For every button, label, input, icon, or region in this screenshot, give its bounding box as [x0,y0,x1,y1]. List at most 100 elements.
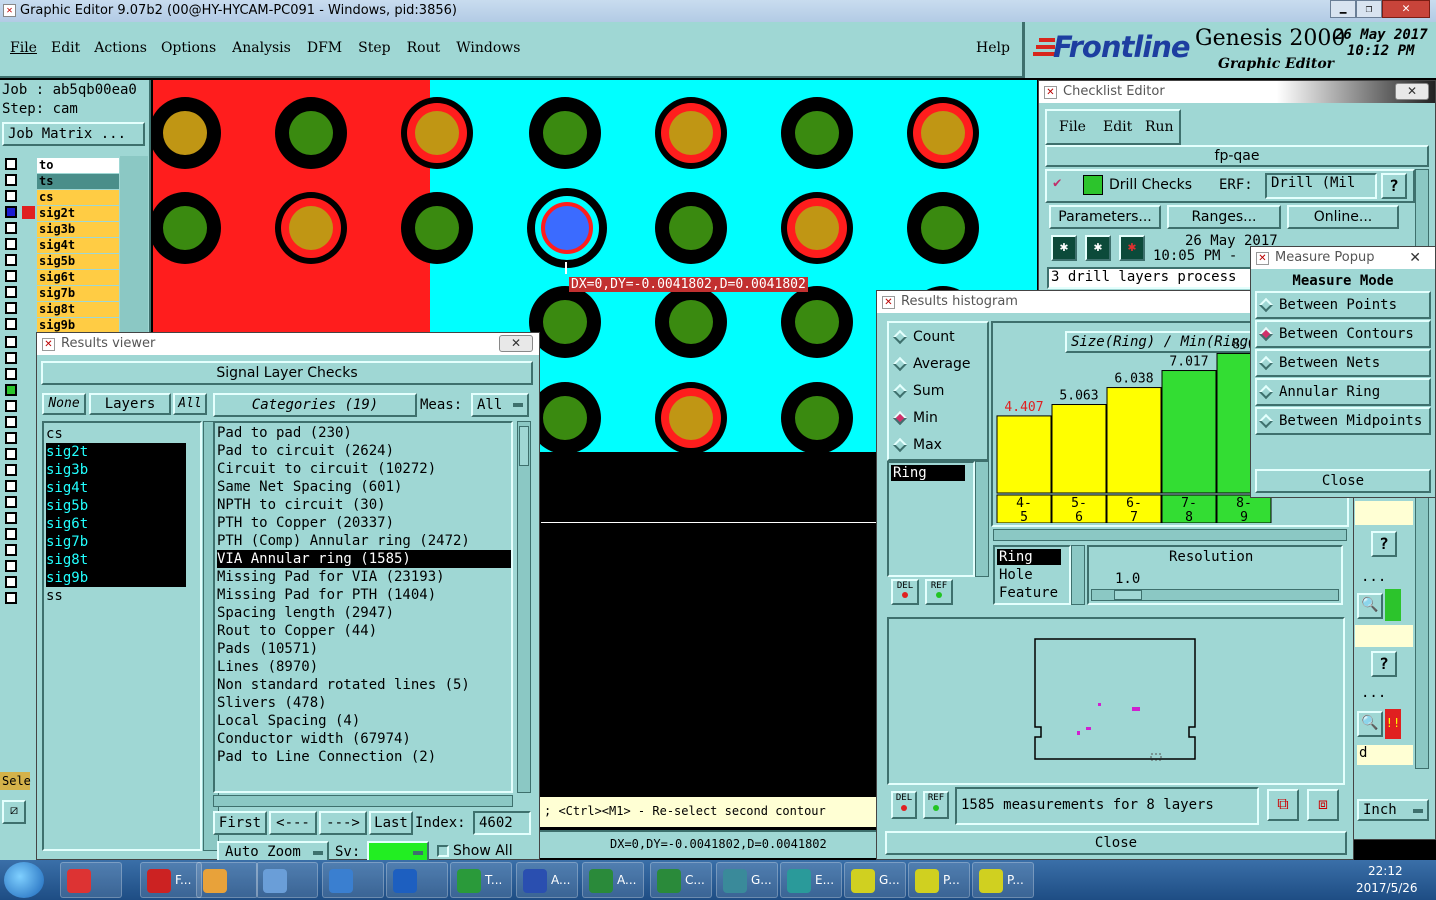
category-item[interactable]: Rout to Copper (44) [217,622,511,640]
category-item[interactable]: Same Net Spacing (601) [217,478,511,496]
histogram-bar[interactable] [1106,387,1162,494]
layer-checkbox[interactable] [5,222,17,234]
job-matrix-button[interactable]: Job Matrix ... [2,122,145,146]
menu-options[interactable]: Options [161,40,216,56]
category-item[interactable]: PTH to Copper (20337) [217,514,511,532]
layer-checkbox[interactable] [5,512,17,524]
del-button-2[interactable]: DEL [891,791,917,819]
run-icon-1[interactable]: ✱ [1051,235,1077,261]
measure-mode-option[interactable]: Between Nets [1255,349,1431,377]
histogram-hscrollbar[interactable] [993,529,1347,541]
layers-all-button[interactable]: All [173,393,207,415]
minimize-button[interactable]: ▁ [1330,0,1356,18]
layer-item[interactable]: sig5b [37,254,119,269]
first-button[interactable]: First [213,811,267,835]
result-layer-item[interactable]: sig4t [46,479,186,497]
checked-icon[interactable]: ✔ [1053,175,1061,191]
category-item[interactable]: Pad to pad (230) [217,424,511,442]
help-button-2[interactable]: ? [1371,531,1397,557]
last-button[interactable]: Last [369,811,413,835]
taskbar-button[interactable]: G... [716,862,778,898]
histogram-mode-option[interactable]: Max [892,437,987,464]
measure-mode-option[interactable]: Between Midpoints [1255,407,1431,435]
zoom-area-icon[interactable]: ⧈ [1307,789,1339,821]
layer-item[interactable]: sig4t [37,238,119,253]
layer-item[interactable]: to [37,158,119,173]
measure-mode-option[interactable]: Between Points [1255,291,1431,319]
histogram-mode-option[interactable]: Sum [892,383,987,410]
category-item[interactable]: Pad to Line Connection (2) [217,748,511,766]
units-select[interactable]: Inch [1357,799,1429,821]
layer-checkbox[interactable] [5,318,17,330]
layer-checkbox[interactable] [5,270,17,282]
menu-edit[interactable]: Edit [51,40,80,56]
checklist-menu-edit[interactable]: Edit [1103,119,1132,135]
del-button-1[interactable]: DEL [891,579,919,605]
category-item[interactable]: Conductor width (67974) [217,730,511,748]
category-item[interactable]: Lines (8970) [217,658,511,676]
taskbar-button[interactable]: E... [780,862,842,898]
result-layer-item[interactable]: sig5b [46,497,186,515]
checklist-close-button[interactable]: ✕ [1395,83,1429,100]
next-button[interactable]: ---> [319,811,367,835]
category-item[interactable]: Pads (10571) [217,640,511,658]
maximize-button[interactable]: ❐ [1356,0,1382,18]
taskbar-button[interactable] [196,862,258,898]
category-item[interactable]: VIA Annular ring (1585) [217,550,511,568]
taskbar-button[interactable] [322,862,384,898]
menu-help[interactable]: Help [976,40,1010,56]
online-button[interactable]: Online... [1287,205,1399,229]
checklist-menu-file[interactable]: File [1059,119,1086,135]
category-item[interactable]: Missing Pad for PTH (1404) [217,586,511,604]
layer-checkbox[interactable] [5,174,17,186]
layer-checkbox[interactable] [5,206,17,218]
layer-checkbox[interactable] [5,400,17,412]
result-layer-item[interactable]: ss [46,587,200,605]
layer-item[interactable]: sig8t [37,302,119,317]
attr-ring[interactable]: Ring [997,549,1061,565]
layer-checkbox[interactable] [5,254,17,266]
taskbar-button[interactable] [386,862,448,898]
zoom-fit-icon[interactable]: ⧉ [1267,789,1299,821]
taskbar-button[interactable] [256,862,318,898]
layer-checkbox[interactable] [5,336,17,348]
taskbar-button[interactable]: A... [516,862,578,898]
layer-checkbox[interactable] [5,480,17,492]
layer-checkbox[interactable] [5,286,17,298]
select-tool-icon[interactable]: ⧄ [2,800,26,824]
layer-item[interactable]: sig2t [37,206,119,221]
layer-checkbox[interactable] [5,544,17,556]
category-item[interactable]: Local Spacing (4) [217,712,511,730]
taskbar-button[interactable]: A... [582,862,644,898]
result-layer-item[interactable]: sig3b [46,461,186,479]
histogram-bar[interactable] [996,415,1052,494]
help-button-3[interactable]: ? [1371,651,1397,677]
layers-button[interactable]: Layers [89,393,171,415]
show-all-checkbox[interactable] [437,845,449,857]
layer-checkbox[interactable] [5,352,17,364]
category-item[interactable]: NPTH to circuit (30) [217,496,511,514]
layer-checkbox[interactable] [5,238,17,250]
parameters-button[interactable]: Parameters... [1049,205,1161,229]
taskbar-button[interactable]: P... [972,862,1034,898]
close-window-button[interactable]: ✕ [1382,0,1430,18]
layer-item[interactable]: sig9b [37,318,119,333]
layer-checkbox[interactable] [5,368,17,380]
result-layer-item[interactable]: sig7b [46,533,186,551]
zoom-icon-1[interactable]: 🔍 [1357,593,1383,619]
taskbar-button[interactable]: F... [140,862,202,898]
attr-scrollbar[interactable] [1071,545,1085,605]
layer-checkbox[interactable] [5,432,17,444]
ring-list-scrollbar[interactable] [975,461,989,577]
layer-item[interactable]: sig3b [37,222,119,237]
meas-select[interactable]: All [471,393,529,417]
layer-checkbox[interactable] [5,560,17,572]
category-item[interactable]: PTH (Comp) Annular ring (2472) [217,532,511,550]
category-item[interactable]: Circuit to circuit (10272) [217,460,511,478]
measure-popup-close-button[interactable]: Close [1255,469,1431,493]
measure-mode-option[interactable]: Between Contours [1255,320,1431,348]
erf-value[interactable]: Drill (Mil [1265,173,1377,199]
layers-none-button[interactable]: None [42,393,86,415]
layer-checkbox[interactable] [5,576,17,588]
layer-checkbox[interactable] [5,302,17,314]
